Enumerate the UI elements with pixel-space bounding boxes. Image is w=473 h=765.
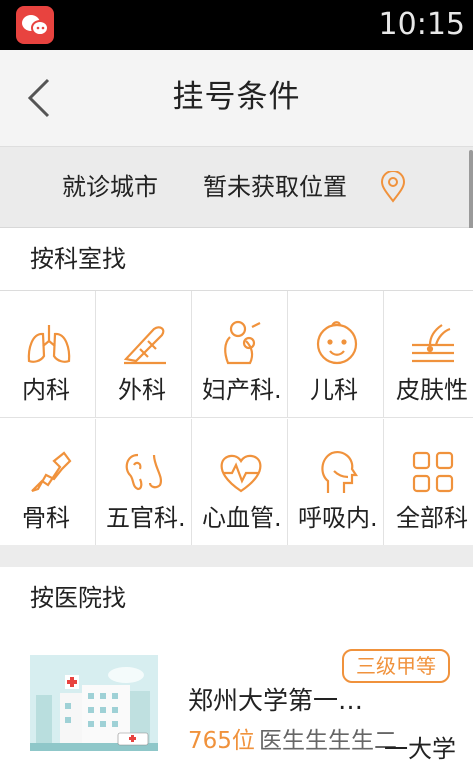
department-all[interactable]: 全部科 [384,419,473,545]
department-row: 骨科 五官科. 心血管. 呼吸内. 全部科 [0,419,473,545]
department-surgery[interactable]: 外科 [96,291,192,417]
department-obstetrics[interactable]: 妇产科. [192,291,288,417]
department-cardiovascular[interactable]: 心血管. [192,419,288,545]
hospital-section-title: 按医院找 [30,584,126,612]
bone-icon [31,451,72,493]
app-icon [16,6,54,44]
hospital-image [30,655,158,751]
department-grid: 内科 外科 妇产科. 儿科 皮肤性 骨科 五官科. 心血管. 呼吸内. 全部科 [0,291,473,545]
page-title: 挂号条件 [172,79,301,115]
ear-nose-icon [125,453,162,491]
grid-icon [412,451,454,493]
location-pin-icon [380,171,406,203]
heart-pulse-icon [220,454,262,493]
department-ent[interactable]: 五官科. [96,419,192,545]
city-selector[interactable]: 就诊城市 暂未获取位置 [0,147,473,228]
department-row: 内科 外科 妇产科. 儿科 皮肤性 [0,291,473,418]
scalpel-icon [123,326,166,365]
mother-baby-icon [224,320,261,365]
baby-face-icon [316,321,358,365]
department-pediatrics[interactable]: 儿科 [288,291,384,417]
doctor-count: 765位 [188,728,255,754]
department-internal-medicine[interactable]: 内科 [0,291,96,417]
city-label: 就诊城市 [62,173,158,201]
status-bar: 10:15 [0,0,473,50]
skin-layer-icon [412,324,454,363]
title-bar: 挂号条件 [0,50,473,147]
hospital-section-header: 按医院找 [0,567,473,630]
department-section-header: 按科室找 [0,228,473,291]
doctor-count-suffix: 医生生生生二 [259,728,397,754]
department-respiratory[interactable]: 呼吸内. [288,419,384,545]
department-section-title: 按科室找 [30,245,126,273]
hospital-name: 郑州大学第一… [188,686,364,715]
head-profile-icon [321,451,359,493]
status-clock: 10:15 [378,7,465,42]
hospital-level-badge: 三级甲等 [342,649,450,683]
city-value: 暂未获取位置 [203,173,347,201]
department-orthopedics[interactable]: 骨科 [0,419,96,545]
department-dermatology[interactable]: 皮肤性 [384,291,473,417]
department-label: 皮肤性 [396,376,468,404]
lungs-icon [27,325,71,363]
overlay-text: 一大学 [384,735,456,763]
department-label: 全部科 [396,504,468,532]
